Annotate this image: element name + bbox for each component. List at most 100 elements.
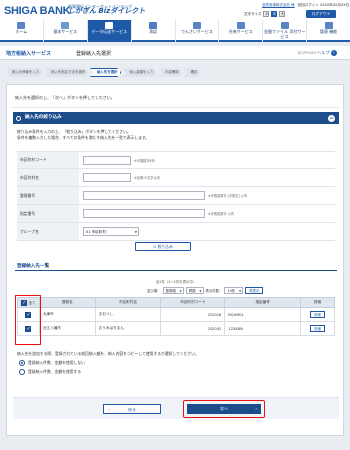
row-detail-cell: 詳細	[300, 307, 335, 322]
step-4: 納入金額を入力	[122, 68, 157, 77]
table-row: ✓ 大津市 おおつし 252018 BQUM01 詳細	[17, 307, 335, 322]
step-5: 内容確認	[158, 68, 183, 77]
font-size-medium[interactable]: 中	[271, 11, 278, 17]
filter-desc-2: 条件を複数入力した場合、すべての条件を満たす納入先を一覧で表示します。	[17, 135, 150, 140]
nav-data[interactable]: データ伝送サービス	[87, 20, 132, 42]
row-code: 252042	[160, 321, 226, 336]
user-name: 滋賀商事株式会社 様	[262, 3, 295, 7]
page: SHIGA BANK 滋賀銀行インターネットバンキング しがぎん Bizダイレク…	[0, 0, 350, 450]
redisplay-button[interactable]: 再表示	[245, 287, 264, 294]
nav-data-label: データ伝送サービス	[91, 29, 128, 34]
sort-label: 並び順：	[147, 289, 161, 293]
radio-icon[interactable]	[19, 360, 25, 366]
nav-gaitame-label: 外為サービス	[228, 29, 253, 34]
field-hint: ※半角数字6桁	[134, 158, 155, 163]
nav-approve-label: 承認	[149, 29, 158, 34]
nav-home-label: ホーム	[15, 29, 28, 34]
basic-icon	[61, 22, 70, 29]
collapse-icon[interactable]: −	[328, 114, 335, 122]
nav-denshi[interactable]: でんさいサービス	[176, 20, 220, 42]
user-info: 滋賀商事株式会社 様 前回ログイン 20XX年XX月XX日	[262, 3, 349, 8]
payee-table: ✓ 全て 登録名 市区町村名 市区町村コード 指定番号 詳細 ✓ 大津市 おおつ…	[17, 297, 335, 336]
sort-select[interactable]: 登録順	[162, 287, 184, 294]
radio-copy-label: 登録納入件数、金額を使用する	[28, 369, 82, 374]
font-size-control: 文字サイズ 小 中 大	[244, 11, 286, 17]
detail-button[interactable]: 詳細	[310, 325, 325, 332]
nav-home[interactable]: ホーム	[0, 20, 44, 42]
radio-no-copy-label: 登録納入件数、金額を使用しない	[28, 360, 85, 365]
chevron-left-icon: ‹	[108, 407, 110, 412]
approve-icon	[149, 22, 158, 29]
row-code: 252018	[160, 307, 226, 322]
field-ref-number: 整理番号 ※半角英数字 [半角空] 以内	[17, 187, 335, 205]
nav-basic[interactable]: 基本サービス	[44, 20, 88, 42]
nav-mgmt[interactable]: 管理 機能	[307, 20, 350, 42]
order-select[interactable]: 昇順	[185, 287, 204, 294]
help-icon: ?	[330, 50, 337, 56]
field-hint: ※半角英数字 [半角空] 以内	[208, 194, 248, 198]
gaitame-icon	[236, 22, 245, 29]
field-hint: ※半角英数字 以内	[208, 212, 234, 216]
nav-approve[interactable]: 承認	[132, 20, 176, 42]
search-icon	[16, 115, 21, 121]
col-detail: 詳細	[300, 297, 335, 308]
font-size-small[interactable]: 小	[263, 11, 270, 17]
detail-button[interactable]: 詳細	[310, 311, 325, 318]
radio-no-copy[interactable]: 登録納入件数、金額を使用しない	[19, 360, 85, 366]
table-header: ✓ 全て 登録名 市区町村名 市区町村コード 指定番号 詳細	[17, 297, 335, 308]
count-label: 表示件数：	[205, 289, 223, 293]
page-title: 登録納入先選択	[76, 51, 112, 57]
header: SHIGA BANK 滋賀銀行インターネットバンキング しがぎん Bizダイレク…	[0, 0, 350, 42]
pager-text: 全2件（1〜2件を表示中）	[155, 280, 197, 284]
brand: 滋賀銀行インターネットバンキング しがぎん Bizダイレクト	[68, 4, 145, 15]
ref-number-input[interactable]	[83, 191, 205, 200]
row-city: おおつし	[94, 307, 162, 322]
nav-file[interactable]: 金融ファイル 添付サービス	[263, 20, 308, 42]
step-2: 納入先指定方法を選択	[44, 68, 89, 77]
radio-copy[interactable]: 登録納入件数、金額を使用する	[19, 369, 81, 375]
group-select[interactable]: 01 市区町村	[83, 227, 139, 236]
last-login: 前回ログイン 20XX年XX月XX日	[297, 3, 350, 7]
next-button[interactable]: 次へ ›	[187, 404, 261, 414]
list-underline	[15, 270, 337, 271]
city-code-input[interactable]	[83, 155, 131, 165]
field-hint: ※全角15文字以内	[134, 176, 160, 180]
nav-mgmt-label: 管理 機能	[319, 29, 338, 34]
table-row: ✓ 近江八幡市 おうみはちまん 252042 123ABN 詳細	[17, 321, 335, 336]
logout-button[interactable]: ログアウト	[306, 10, 336, 18]
designated-number-input[interactable]	[83, 209, 205, 218]
count-select[interactable]: 10件	[224, 287, 244, 294]
nav-basic-label: 基本サービス	[53, 29, 78, 34]
filter-panel-header[interactable]: 納入先の絞り込み −	[13, 112, 339, 124]
bank-logo[interactable]: SHIGA BANK	[4, 5, 71, 17]
mgmt-icon	[324, 22, 333, 29]
font-size-large[interactable]: 大	[279, 11, 286, 17]
title-bar: 地方税納入サービス 登録納入先選択 BCZP0604 ヘルプ?	[0, 46, 350, 60]
global-nav: ホーム 基本サービス データ伝送サービス 承認 でんさいサービス 外為サービス …	[0, 20, 350, 42]
nav-file-label: 金融ファイル 添付サービス	[264, 29, 306, 39]
step-1: 納入元情報を入力	[8, 68, 43, 77]
copy-note: 納入先を追加する際、登録されている前回納入額を、納入内容をコピーして使用するか選…	[17, 351, 199, 356]
field-city-code: 市区町村コード ※半角数字6桁	[17, 151, 335, 169]
radio-icon[interactable]	[19, 369, 25, 375]
row-name: 大津市	[38, 307, 96, 322]
checkbox-highlight	[15, 295, 41, 345]
nav-gaitame[interactable]: 外為サービス	[219, 20, 264, 42]
instruction: 納入先を選択の上、「次へ」ボタンを押してください。	[15, 95, 115, 100]
help-link[interactable]: ヘルプ?	[317, 50, 337, 56]
back-button[interactable]: ‹ 戻る	[103, 404, 161, 414]
city-name-input[interactable]	[83, 173, 131, 182]
nav-denshi-label: でんさいサービス	[180, 29, 213, 34]
page-category: 地方税納入サービス	[6, 51, 52, 57]
step-indicator: 納入元情報を入力 納入先指定方法を選択 納入先を選択 納入金額を入力 内容確認 …	[8, 68, 202, 77]
file-icon	[280, 22, 289, 29]
chevron-right-icon: ›	[255, 406, 257, 411]
data-icon	[105, 22, 114, 29]
pager: 全2件（1〜2件を表示中）	[7, 279, 345, 284]
divider	[11, 107, 339, 108]
row-detail-cell: 詳細	[300, 321, 335, 336]
field-label: 市区町村コード	[17, 152, 79, 168]
filter-button[interactable]: ⊙ 絞り込み	[135, 242, 191, 251]
denshi-icon	[192, 22, 201, 29]
col-name: 登録名	[38, 297, 96, 308]
